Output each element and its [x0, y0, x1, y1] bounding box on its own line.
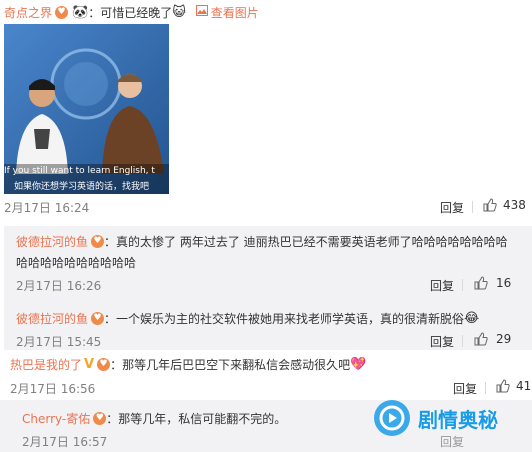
user-level-badge-icon: ♥: [93, 412, 107, 425]
user-level-badge-icon: ♥: [55, 5, 69, 19]
sub-reply-1-like-count: 16: [496, 276, 512, 290]
verified-v-icon: V: [84, 357, 95, 372]
thumbs-up-icon: [474, 332, 488, 346]
view-image-link[interactable]: 查看图片: [211, 4, 259, 21]
thumbs-up-icon: [496, 379, 510, 393]
comment-3-reply-time: 2月17日 16:57: [22, 435, 108, 449]
watermark-logo-icon: [374, 400, 410, 436]
divider: [472, 201, 473, 213]
main-comment-time: 2月17日 16:24: [4, 201, 90, 215]
divider: [462, 335, 463, 347]
comment-3-reply-line1: Cherry-寄佑 ♥ ：那等几年，私信可能翻不完的。: [22, 410, 286, 427]
watermark-text: 剧情奥秘: [418, 407, 498, 432]
sub-reply-2-line1: 彼德拉河的鱼 ♥ ：一个娱乐为主的社交软件被她用来找老师学英语，真的很清新脱俗 …: [16, 310, 479, 327]
divider: [462, 279, 463, 291]
sub-reply-1-username[interactable]: 彼德拉河的鱼: [16, 233, 88, 250]
sub-reply-1-text-cont: 哈哈哈哈哈哈哈哈哈哈: [16, 256, 137, 270]
user-level-badge-icon: ♥: [91, 312, 105, 325]
main-like-count: 438: [503, 198, 526, 212]
comment-3-reply-username[interactable]: Cherry-寄佑: [22, 410, 90, 427]
comment-3-time: 2月17日 16:56: [10, 382, 96, 396]
sub-reply-2-text: ：一个娱乐为主的社交软件被她用来找老师学英语，真的很清新脱俗: [104, 312, 465, 326]
comment-3-like-count: 41: [516, 379, 532, 393]
comment-3-line1: 热巴是我的了 V ♥ ：那等几年后巴巴空下来翻私信会感动很久吧 💖: [10, 356, 366, 373]
sub-reply-1-line1: 彼德拉河的鱼 ♥ ：真的太惨了 两年过去了 迪丽热巴已经不需要英语老师了哈哈哈哈…: [16, 233, 508, 250]
video-thumbnail[interactable]: If you still want to learn English, t 如果…: [4, 24, 169, 194]
sub-reply-2-like-count: 29: [496, 332, 512, 346]
sub-reply-2-like-button[interactable]: 29: [474, 332, 511, 346]
sub-reply-2-username[interactable]: 彼德拉河的鱼: [16, 310, 88, 327]
thumbs-up-icon: [483, 198, 497, 212]
cat-emoji-icon: 😺: [172, 4, 186, 20]
comment-3-like-button[interactable]: 41: [496, 379, 531, 393]
comment-3-username[interactable]: 热巴是我的了: [10, 356, 82, 373]
sub-reply-1-text: ：真的太惨了 两年过去了 迪丽热巴已经不需要英语老师了哈哈哈哈哈哈哈哈: [104, 235, 508, 249]
sub-reply-1-like-button[interactable]: 16: [474, 276, 511, 290]
main-reply-button[interactable]: 回复: [440, 199, 464, 216]
sparkling-heart-emoji-icon: 💖: [350, 357, 367, 372]
sub-reply-2-reply-button[interactable]: 回复: [430, 333, 454, 350]
comment-3-reply-text: ：那等几年，私信可能翻不完的。: [106, 412, 287, 426]
top-username[interactable]: 奇点之界: [4, 4, 52, 21]
comment-3-text: ：那等几年后巴巴空下来翻私信会感动很久吧: [110, 358, 351, 372]
video-caption-en: If you still want to learn English, t: [4, 166, 155, 176]
panda-emoji-icon: 🐼: [72, 4, 89, 20]
user-level-badge-icon: ♥: [97, 358, 111, 371]
sub-reply-2-time: 2月17日 15:45: [16, 335, 102, 349]
thumbs-up-icon: [474, 276, 488, 290]
image-icon[interactable]: [195, 5, 208, 19]
laughing-emoji-icon: 😂: [464, 311, 480, 326]
user-level-badge-icon: ♥: [91, 235, 105, 248]
main-like-button[interactable]: 438: [483, 198, 526, 212]
comment-3-reply-button[interactable]: 回复: [453, 380, 477, 397]
top-comment-row: 奇点之界 ♥ 🐼 ：可惜已经晚了 😺 查看图片: [4, 4, 259, 20]
video-caption-zh: 如果你还想学习英语的话，找我吧: [14, 182, 150, 192]
sub-reply-1-time: 2月17日 16:26: [16, 279, 102, 293]
divider: [485, 382, 486, 394]
watermark: 剧情奥秘: [372, 398, 498, 438]
top-comment-text: ：可惜已经晚了: [88, 5, 173, 20]
sub-reply-1-reply-button[interactable]: 回复: [430, 277, 454, 294]
